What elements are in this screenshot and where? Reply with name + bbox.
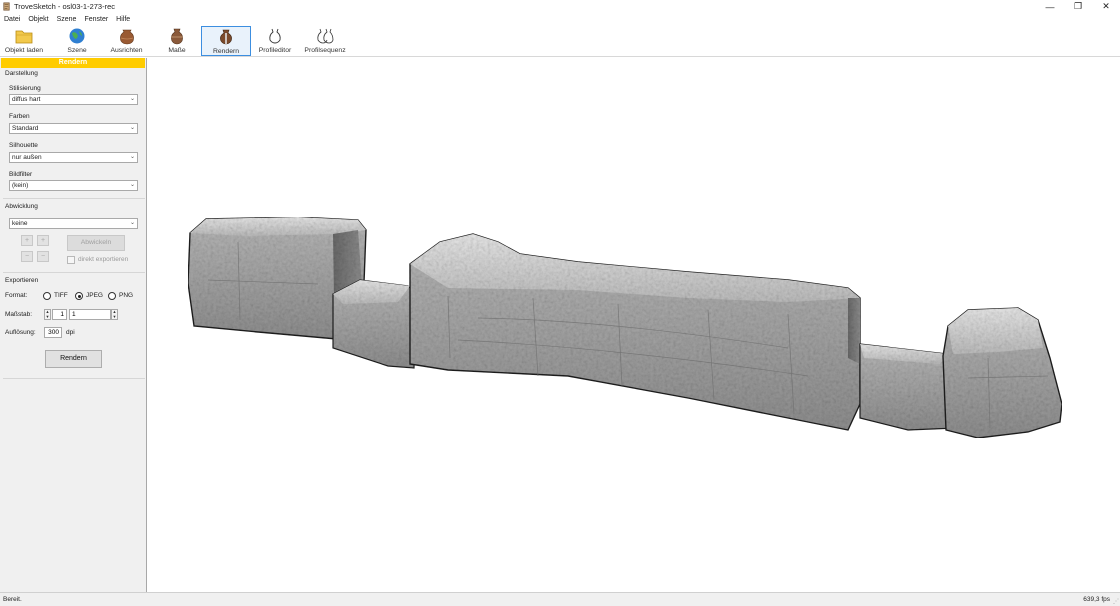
- direkt-exportieren-checkbox[interactable]: [67, 256, 75, 264]
- chevron-down-icon: ⌄: [129, 154, 135, 160]
- status-text: Bereit.: [3, 596, 22, 603]
- silhouette-label: Silhouette: [9, 142, 38, 149]
- window-title: TroveSketch - osl03-1-273-rec: [14, 2, 116, 11]
- toolbar-objekt-laden-button[interactable]: Objekt laden: [3, 26, 45, 56]
- toolbar: Objekt laden Szene Ausrichten Maße Rende…: [0, 25, 1120, 57]
- menu-fenster[interactable]: Fenster: [84, 16, 108, 23]
- abwicklung-value: keine: [12, 220, 28, 227]
- globe-icon: [69, 28, 85, 44]
- section-exportieren-title: Exportieren: [5, 277, 39, 284]
- divider: [3, 378, 145, 379]
- stilisierung-select[interactable]: diffus hart ⌄: [9, 94, 138, 105]
- aufloesung-input[interactable]: 300: [44, 327, 62, 338]
- bildfilter-select[interactable]: (kein) ⌄: [9, 180, 138, 191]
- abwicklung-select[interactable]: keine ⌄: [9, 218, 138, 229]
- profile-sequence-icon: [317, 28, 334, 44]
- silhouette-value: nur außen: [12, 154, 42, 161]
- menu-datei[interactable]: Datei: [4, 16, 20, 23]
- abwicklung-minus-button-1[interactable]: −: [21, 251, 33, 262]
- menu-objekt[interactable]: Objekt: [28, 16, 48, 23]
- format-tiff-label: TIFF: [54, 292, 68, 299]
- minimize-button[interactable]: —: [1036, 0, 1064, 13]
- farben-value: Standard: [12, 125, 39, 132]
- chevron-down-icon: ⌄: [129, 220, 135, 226]
- toolbar-szene-button[interactable]: Szene: [61, 26, 93, 56]
- format-label: Format:: [5, 292, 28, 299]
- farben-label: Farben: [9, 113, 30, 120]
- massstab-left-input[interactable]: 1: [52, 309, 67, 320]
- chevron-down-icon: ⌄: [129, 96, 135, 102]
- toolbar-profilsequenz-label: Profilsequenz: [304, 47, 346, 54]
- abwicklung-plus-button-2[interactable]: +: [37, 235, 49, 246]
- render-viewport[interactable]: [148, 58, 1120, 592]
- render-vessel-icon: [220, 29, 232, 45]
- divider: [3, 198, 145, 199]
- menu-bar: Datei Objekt Szene Fenster Hilfe: [0, 13, 1120, 25]
- title-bar: TroveSketch - osl03-1-273-rec — ❐ ✕: [0, 0, 1120, 13]
- rendern-export-button[interactable]: Rendern: [45, 350, 102, 368]
- menu-szene[interactable]: Szene: [57, 16, 77, 23]
- divider: [3, 272, 145, 273]
- vessel-icon: [171, 28, 183, 45]
- farben-select[interactable]: Standard ⌄: [9, 123, 138, 134]
- toolbar-ausrichten-button[interactable]: Ausrichten: [108, 26, 145, 56]
- toolbar-profileditor-label: Profileditor: [258, 47, 292, 54]
- section-abwicklung-title: Abwicklung: [5, 203, 38, 210]
- abwicklung-plus-button-1[interactable]: +: [21, 235, 33, 246]
- chevron-down-icon: ⌄: [129, 125, 135, 131]
- toolbar-masse-button[interactable]: Maße: [161, 26, 193, 56]
- aufloesung-label: Auflösung:: [5, 329, 36, 336]
- toolbar-rendern-button[interactable]: Rendern: [201, 26, 251, 56]
- massstab-label: Maßstab:: [5, 311, 33, 318]
- toolbar-masse-label: Maße: [168, 47, 186, 54]
- toolbar-ausrichten-label: Ausrichten: [110, 47, 143, 54]
- toolbar-profilsequenz-button[interactable]: Profilsequenz: [302, 26, 348, 56]
- format-jpeg-label: JPEG: [86, 292, 103, 299]
- profile-icon: [269, 28, 281, 44]
- massstab-left-stepper[interactable]: ▲ ▼: [44, 309, 51, 320]
- massstab-right-input[interactable]: 1: [69, 309, 111, 320]
- app-icon: [3, 2, 10, 11]
- stilisierung-label: Stilisierung: [9, 85, 41, 92]
- bildfilter-label: Bildfilter: [9, 171, 33, 178]
- panel-header: Rendern: [1, 58, 145, 68]
- folder-icon: [15, 30, 33, 44]
- status-bar: Bereit. 639,3 fps ⋰: [0, 592, 1120, 606]
- massstab-right-stepper[interactable]: ▲ ▼: [111, 309, 118, 320]
- format-png-label: PNG: [119, 292, 134, 299]
- format-tiff-radio[interactable]: [43, 292, 51, 300]
- abwickeln-button[interactable]: Abwickeln: [67, 235, 125, 251]
- close-button[interactable]: ✕: [1092, 0, 1120, 13]
- restore-button[interactable]: ❐: [1064, 0, 1092, 13]
- format-jpeg-radio[interactable]: [75, 292, 83, 300]
- abwicklung-minus-button-2[interactable]: −: [37, 251, 49, 262]
- render-panel: Rendern Darstellung Stilisierung diffus …: [0, 58, 147, 592]
- toolbar-rendern-label: Rendern: [212, 48, 240, 55]
- fps-readout: 639,3 fps: [1083, 596, 1110, 603]
- bildfilter-value: (kein): [12, 182, 29, 189]
- toolbar-profileditor-button[interactable]: Profileditor: [256, 26, 294, 56]
- section-darstellung-title: Darstellung: [5, 70, 38, 77]
- resize-grip-icon[interactable]: ⋰: [1113, 598, 1119, 605]
- stilisierung-value: diffus hart: [12, 96, 41, 103]
- pot-icon: [119, 29, 134, 45]
- direkt-exportieren-label: direkt exportieren: [78, 256, 129, 263]
- menu-hilfe[interactable]: Hilfe: [116, 16, 130, 23]
- silhouette-select[interactable]: nur außen ⌄: [9, 152, 138, 163]
- chevron-down-icon: ⌄: [129, 182, 135, 188]
- toolbar-szene-label: Szene: [67, 47, 87, 54]
- stone-model: [187, 216, 1063, 439]
- format-png-radio[interactable]: [108, 292, 116, 300]
- dpi-label: dpi: [66, 329, 75, 336]
- window-controls: — ❐ ✕: [1036, 0, 1120, 13]
- toolbar-objekt-laden-label: Objekt laden: [4, 47, 44, 54]
